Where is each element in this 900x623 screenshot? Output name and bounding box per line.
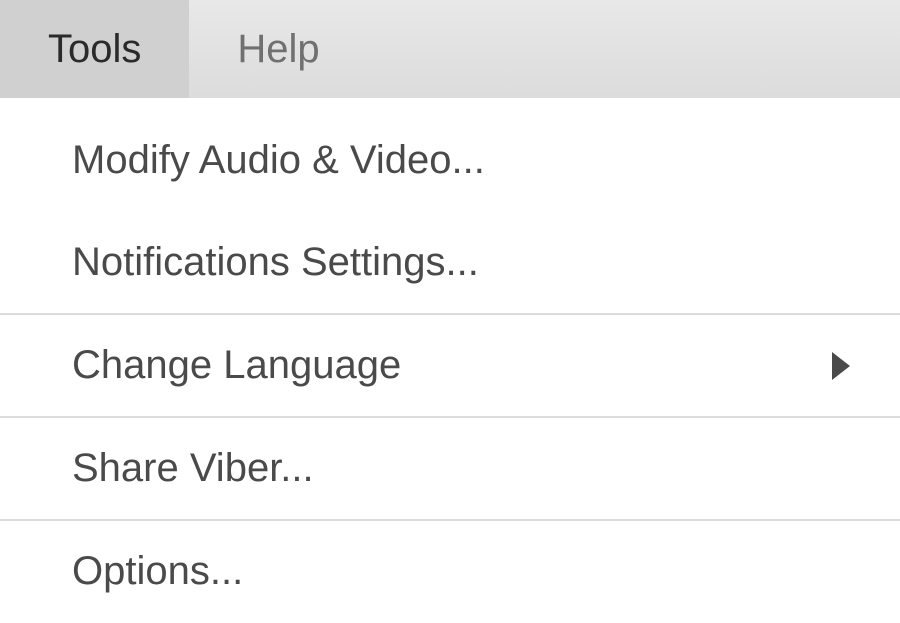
menu-item-share-viber[interactable]: Share Viber... [0, 418, 900, 521]
menubar-item-label: Help [237, 27, 319, 72]
menu-item-label: Notifications Settings... [72, 240, 880, 285]
menu-item-label: Modify Audio & Video... [72, 138, 880, 183]
menu-item-label: Share Viber... [72, 446, 880, 491]
menubar-item-help[interactable]: Help [189, 0, 367, 98]
menu-item-modify-audio-video[interactable]: Modify Audio & Video... [0, 98, 900, 212]
menubar-item-label: Tools [48, 27, 141, 72]
menubar: Tools Help [0, 0, 900, 98]
menu-item-label: Options... [72, 549, 880, 594]
submenu-arrow-icon [832, 352, 850, 380]
tools-dropdown: Modify Audio & Video... Notifications Se… [0, 98, 900, 623]
menubar-item-tools[interactable]: Tools [0, 0, 189, 98]
menu-item-notifications-settings[interactable]: Notifications Settings... [0, 212, 900, 315]
menu-item-label: Change Language [72, 343, 832, 388]
menu-item-change-language[interactable]: Change Language [0, 315, 900, 418]
menu-item-options[interactable]: Options... [0, 521, 900, 623]
